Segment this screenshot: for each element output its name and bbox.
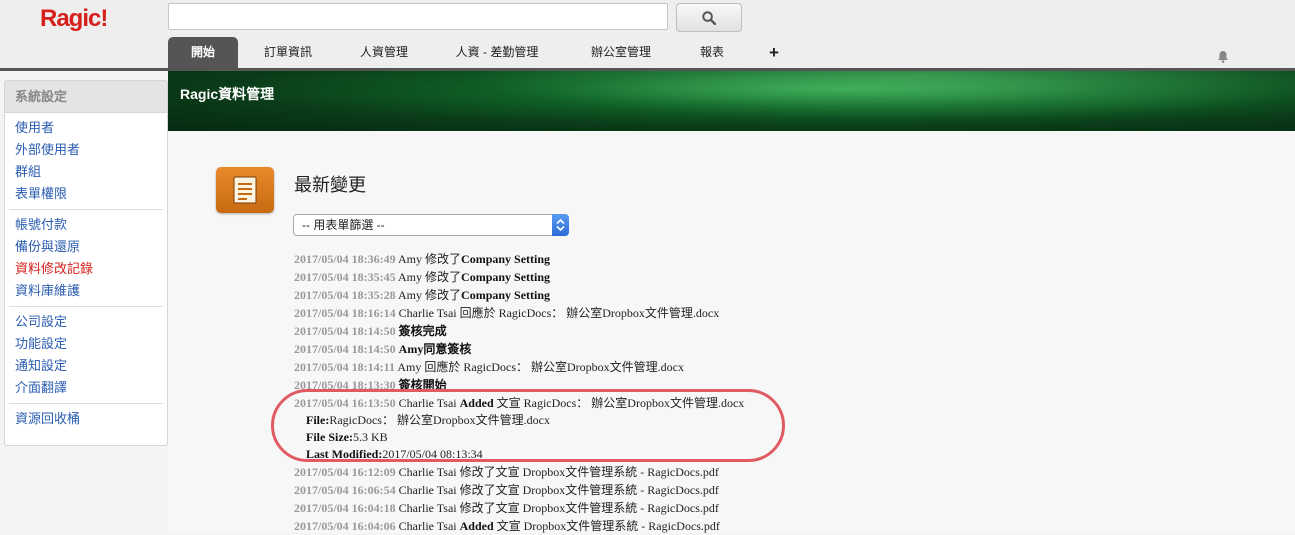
sidebar-item-ui-translation[interactable]: 介面翻譯 [9, 377, 163, 399]
form-filter-select[interactable]: -- 用表單篩選 -- [293, 214, 569, 236]
log-entry: 2017/05/04 16:12:09 Charlie Tsai 修改了文宣 D… [294, 463, 744, 481]
sidebar-group-settings: 公司設定 功能設定 通知設定 介面翻譯 [9, 307, 163, 404]
log-text[interactable]: 文宣 Dropbox文件管理系統 - RagicDocs.pdf [497, 519, 720, 533]
sidebar-item-feature-settings[interactable]: 功能設定 [9, 333, 163, 355]
settings-sidebar: 系統設定 使用者 外部使用者 群組 表單權限 帳號付款 備份與還原 資料修改記錄… [4, 80, 168, 446]
log-timestamp: 2017/05/04 18:14:11 [294, 360, 395, 374]
log-text[interactable]: Charlie Tsai 修改了文宣 Dropbox文件管理系統 - Ragic… [399, 483, 719, 497]
tab-office[interactable]: 辦公室管理 [564, 37, 678, 68]
main-tabs: 開始 訂單資訊 人資管理 人資 - 差勤管理 辦公室管理 報表 + [168, 37, 802, 68]
log-text[interactable]: Amy 回應於 RagicDocs： 辦公室Dropbox文件管理.docx [397, 360, 684, 374]
search-button[interactable] [676, 3, 742, 32]
search-input[interactable] [168, 3, 668, 30]
notification-bell-icon[interactable] [1217, 50, 1229, 66]
log-entry: 2017/05/04 18:14:50 簽核完成 [294, 322, 744, 340]
log-entry-added: 2017/05/04 16:04:06 Charlie Tsai Added 文… [294, 517, 744, 535]
sidebar-item-groups[interactable]: 群組 [9, 161, 163, 183]
sidebar-item-backup-restore[interactable]: 備份與還原 [9, 236, 163, 258]
log-timestamp: 2017/05/04 18:14:50 [294, 324, 396, 338]
select-arrows-icon [552, 214, 569, 236]
sidebar-item-change-log[interactable]: 資料修改記錄 [9, 258, 163, 280]
sidebar-item-db-maintenance[interactable]: 資料庫維護 [9, 280, 163, 302]
log-text[interactable]: Charlie Tsai 修改了文宣 Dropbox文件管理系統 - Ragic… [399, 501, 719, 515]
log-entry: 2017/05/04 18:14:11 Amy 回應於 RagicDocs： 辦… [294, 358, 744, 376]
page-banner: Ragic資料管理 [168, 71, 1295, 131]
tab-orders[interactable]: 訂單資訊 [238, 37, 338, 68]
log-text: Amy 修改了 [398, 288, 462, 302]
log-text[interactable]: Charlie Tsai 修改了文宣 Dropbox文件管理系統 - Ragic… [399, 465, 719, 479]
form-filter-value: -- 用表單篩選 -- [302, 218, 385, 232]
main-content: 最新變更 -- 用表單篩選 -- 2017/05/04 18:36:49 Amy… [168, 131, 1295, 533]
log-text: Amy 修改了 [398, 252, 462, 266]
sidebar-group-account: 帳號付款 備份與還原 資料修改記錄 資料庫維護 [9, 210, 163, 307]
tab-hr-attendance[interactable]: 人資 - 差勤管理 [430, 37, 564, 68]
log-actor: Charlie Tsai [398, 519, 457, 533]
log-entry: 2017/05/04 16:04:18 Charlie Tsai 修改了文宣 D… [294, 499, 744, 517]
log-entry: 2017/05/04 18:36:49 Amy 修改了Company Setti… [294, 250, 744, 268]
log-text: Amy 修改了 [398, 270, 462, 284]
log-timestamp: 2017/05/04 16:04:18 [294, 501, 396, 515]
sidebar-item-users[interactable]: 使用者 [9, 117, 163, 139]
log-target[interactable]: Company Setting [461, 270, 550, 284]
log-action: Added [459, 519, 494, 533]
log-entry: 2017/05/04 18:16:14 Charlie Tsai 回應於 Rag… [294, 304, 744, 322]
log-target[interactable]: Company Setting [461, 288, 550, 302]
sidebar-item-notification-settings[interactable]: 通知設定 [9, 355, 163, 377]
sidebar-item-recycle-bin[interactable]: 資源回收桶 [9, 408, 163, 430]
sidebar-item-form-permissions[interactable]: 表單權限 [9, 183, 163, 205]
log-timestamp: 2017/05/04 16:04:06 [294, 519, 396, 533]
log-entry: 2017/05/04 16:06:54 Charlie Tsai 修改了文宣 D… [294, 481, 744, 499]
log-timestamp: 2017/05/04 16:12:09 [294, 465, 396, 479]
sidebar-group-users: 使用者 外部使用者 群組 表單權限 [9, 113, 163, 210]
log-text: Amy同意簽核 [398, 342, 472, 356]
log-text: 簽核完成 [398, 324, 447, 338]
tab-start[interactable]: 開始 [168, 37, 238, 68]
sidebar-group-trash: 資源回收桶 [9, 404, 163, 434]
search-icon [702, 10, 716, 25]
log-entry: 2017/05/04 18:35:45 Amy 修改了Company Setti… [294, 268, 744, 286]
log-target[interactable]: Company Setting [461, 252, 550, 266]
log-entry: 2017/05/04 18:14:50 Amy同意簽核 [294, 340, 744, 358]
log-timestamp: 2017/05/04 16:06:54 [294, 483, 396, 497]
log-timestamp: 2017/05/04 18:36:49 [294, 252, 396, 266]
sidebar-title: 系統設定 [5, 81, 167, 113]
tab-reports[interactable]: 報表 [678, 37, 746, 68]
banner-title: Ragic資料管理 [180, 86, 275, 102]
log-timestamp: 2017/05/04 18:35:28 [294, 288, 396, 302]
log-text[interactable]: Charlie Tsai 回應於 RagicDocs： 辦公室Dropbox文件… [399, 306, 720, 320]
ragic-logo[interactable]: Ragic! [40, 5, 108, 33]
sidebar-item-external-users[interactable]: 外部使用者 [9, 139, 163, 161]
page-title: 最新變更 [294, 175, 366, 195]
add-tab-button[interactable]: + [746, 37, 802, 68]
tab-hr[interactable]: 人資管理 [338, 37, 430, 68]
sidebar-item-billing[interactable]: 帳號付款 [9, 214, 163, 236]
document-icon [216, 167, 274, 213]
log-timestamp: 2017/05/04 18:35:45 [294, 270, 396, 284]
top-bar: Ragic! 開始 訂單資訊 人資管理 人資 - 差勤管理 辦公室管理 報表 + [0, 0, 1295, 70]
log-timestamp: 2017/05/04 18:14:50 [294, 342, 396, 356]
highlight-annotation [271, 389, 785, 462]
log-timestamp: 2017/05/04 18:16:14 [294, 306, 396, 320]
sidebar-item-company-settings[interactable]: 公司設定 [9, 311, 163, 333]
log-entry: 2017/05/04 18:35:28 Amy 修改了Company Setti… [294, 286, 744, 304]
